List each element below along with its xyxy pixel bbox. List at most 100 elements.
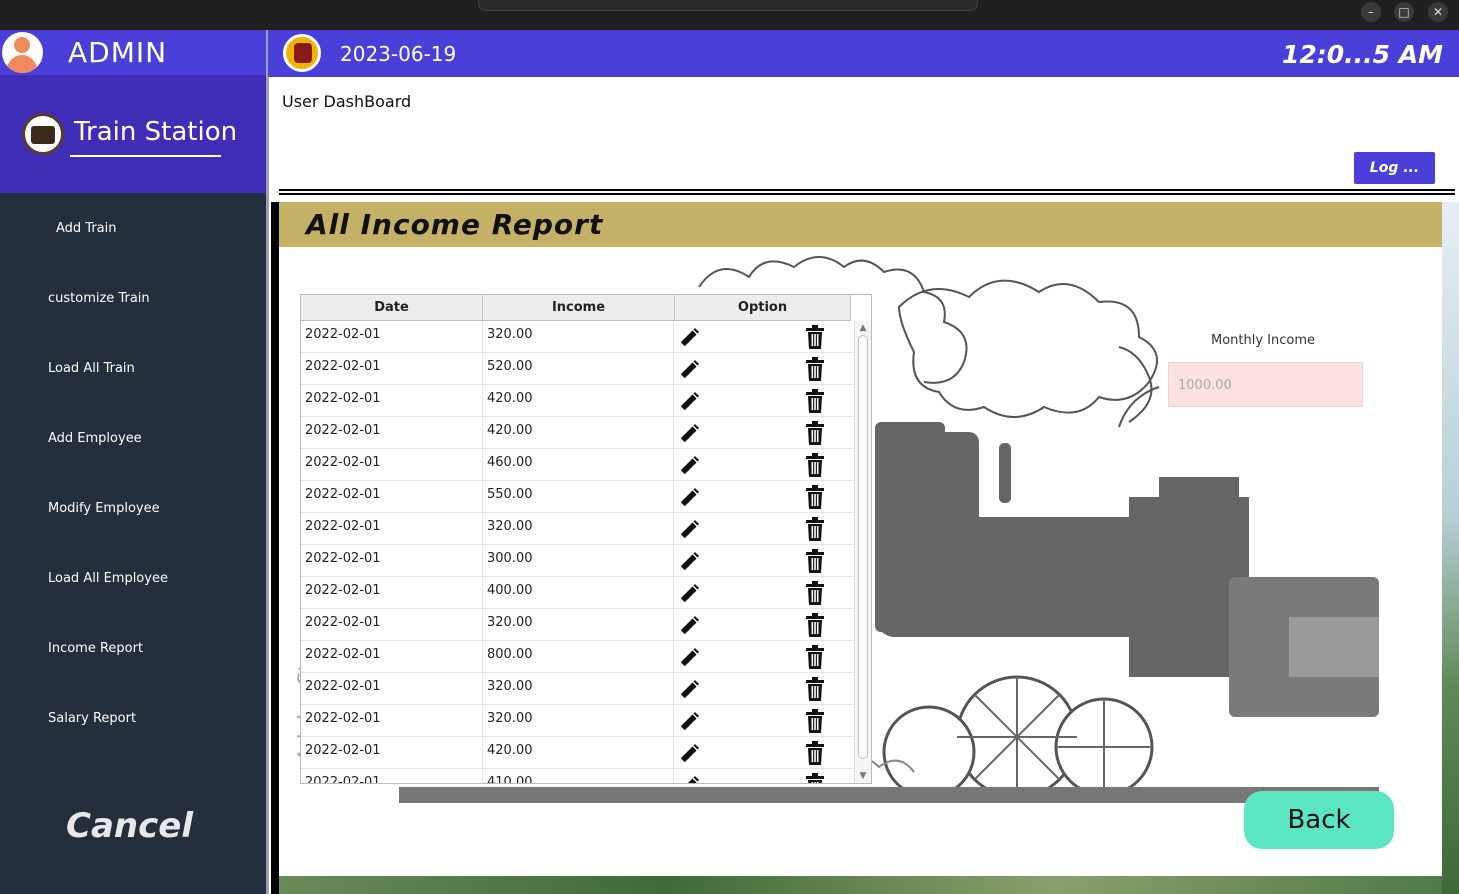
menu-item-customize-train[interactable]: customize Train [48,291,150,306]
edit-pencil-icon[interactable] [677,710,701,734]
table-row[interactable]: 2022-02-01 460.00 [301,449,854,481]
edit-pencil-icon[interactable] [677,550,701,574]
trash-icon[interactable] [805,357,825,382]
scroll-down-icon[interactable]: ▼ [858,771,868,781]
cell-income: 320.00 [484,513,674,545]
cell-date: 2022-02-01 [305,609,483,641]
edit-pencil-icon[interactable] [677,390,701,414]
main-left-border [266,30,269,894]
menu-item-load-all-train[interactable]: Load All Train [48,361,135,376]
cell-income: 420.00 [484,417,674,449]
page-title: User DashBoard [282,92,412,111]
logout-button[interactable]: Log ... [1354,152,1435,184]
titlebar-search-area[interactable] [478,0,978,11]
cell-income: 300.00 [484,545,674,577]
trash-icon[interactable] [805,485,825,510]
table-scrollbar[interactable]: ▲ ▼ [854,321,871,783]
user-avatar-icon [2,32,43,73]
trash-icon[interactable] [805,645,825,670]
station-header: Train Station [0,75,266,193]
trash-icon[interactable] [805,741,825,766]
trash-icon[interactable] [805,421,825,446]
report-title: All Income Report [306,208,604,241]
table-row[interactable]: 2022-02-01 320.00 [301,609,854,641]
edit-pencil-icon[interactable] [677,422,701,446]
report-panel: All Income Report Date Income Option 202… [279,202,1442,876]
edit-pencil-icon[interactable] [677,486,701,510]
table-row[interactable]: 2022-02-01 420.00 [301,417,854,449]
edit-pencil-icon[interactable] [677,454,701,478]
cell-date: 2022-02-01 [305,737,483,769]
close-button[interactable]: ✕ [1428,2,1448,22]
edit-pencil-icon[interactable] [677,582,701,606]
table-row[interactable]: 2022-02-01 800.00 [301,641,854,673]
table-row[interactable]: 2022-02-01 320.00 [301,321,854,353]
maximize-icon: □ [1398,5,1410,19]
trash-icon[interactable] [805,709,825,734]
table-row[interactable]: 2022-02-01 400.00 [301,577,854,609]
edit-pencil-icon[interactable] [677,518,701,542]
cell-income: 320.00 [484,705,674,737]
menu-item-load-all-employee[interactable]: Load All Employee [48,571,168,586]
minimize-button[interactable]: – [1361,2,1381,22]
edit-pencil-icon[interactable] [677,774,701,783]
edit-pencil-icon[interactable] [677,646,701,670]
cell-income: 800.00 [484,641,674,673]
menu-item-add-train[interactable]: Add Train [56,221,117,236]
trash-icon[interactable] [805,613,825,638]
report-title-bar: All Income Report [279,202,1442,247]
trash-icon[interactable] [805,773,825,783]
trash-icon[interactable] [805,389,825,414]
maximize-button[interactable]: □ [1394,2,1414,22]
edit-pencil-icon[interactable] [677,742,701,766]
table-row[interactable]: 2022-02-01 320.00 [301,513,854,545]
trash-icon[interactable] [805,517,825,542]
cell-date: 2022-02-01 [305,769,483,783]
cell-income: 400.00 [484,577,674,609]
menu-item-modify-employee[interactable]: Modify Employee [48,501,160,516]
background-landscape [1442,202,1459,894]
cell-date: 2022-02-01 [305,705,483,737]
scrollbar-thumb[interactable] [858,335,868,759]
table-row[interactable]: 2022-02-01 320.00 [301,673,854,705]
column-header-date[interactable]: Date [301,295,483,321]
edit-pencil-icon[interactable] [677,326,701,350]
column-header-income[interactable]: Income [483,295,675,321]
station-title: Train Station [74,117,238,147]
trash-icon[interactable] [805,549,825,574]
edit-pencil-icon[interactable] [677,678,701,702]
trash-icon[interactable] [805,453,825,478]
trash-icon[interactable] [805,677,825,702]
table-row[interactable]: 2022-02-01 520.00 [301,353,854,385]
scroll-up-icon[interactable]: ▲ [858,323,868,333]
edit-pencil-icon[interactable] [677,358,701,382]
cell-income: 550.00 [484,481,674,513]
menu-item-add-employee[interactable]: Add Employee [48,431,142,446]
table-body: 2022-02-01 320.00 2022-02-01 520.00 2022-02-… [301,321,854,783]
cancel-button[interactable]: Cancel [66,806,193,846]
divider [279,193,1455,195]
header-clock: 12:0...5 AM [1282,40,1443,69]
column-header-option[interactable]: Option [675,295,851,321]
table-row[interactable]: 2022-02-01 420.00 [301,737,854,769]
table-row[interactable]: 2022-02-01 410.00 [301,769,854,783]
table-header: Date Income Option [301,295,851,321]
back-button[interactable]: Back [1244,791,1394,849]
monthly-income-field[interactable]: 1000.00 [1168,362,1363,407]
cell-date: 2022-02-01 [305,353,483,385]
table-row[interactable]: 2022-02-01 320.00 [301,705,854,737]
table-row[interactable]: 2022-02-01 300.00 [301,545,854,577]
menu-item-salary-report[interactable]: Salary Report [48,711,136,726]
edit-pencil-icon[interactable] [677,614,701,638]
income-table: Date Income Option 2022-02-01 320.00 2022-… [300,294,872,784]
table-row[interactable]: 2022-02-01 550.00 [301,481,854,513]
monthly-income-label: Monthly Income [1211,333,1316,348]
cell-date: 2022-02-01 [305,385,483,417]
table-row[interactable]: 2022-02-01 420.00 [301,385,854,417]
cell-income: 520.00 [484,353,674,385]
cell-date: 2022-02-01 [305,449,483,481]
trash-icon[interactable] [805,581,825,606]
menu-item-income-report[interactable]: Income Report [48,641,143,656]
trash-icon[interactable] [805,325,825,350]
cell-income: 410.00 [484,769,674,783]
